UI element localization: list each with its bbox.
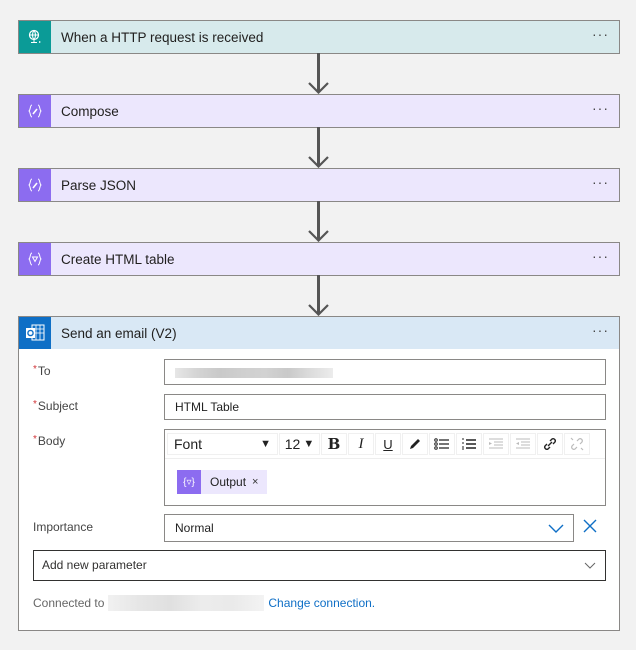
more-options-button[interactable]: ··· xyxy=(592,175,609,189)
italic-button[interactable]: I xyxy=(348,433,374,455)
to-label-text: To xyxy=(37,364,51,378)
body-content[interactable]: {▿} Output × xyxy=(165,458,605,507)
redacted-connection xyxy=(108,595,265,611)
add-new-parameter-dropdown[interactable]: Add new parameter xyxy=(33,550,606,581)
step-card-create-html-table[interactable]: Create HTML table ··· xyxy=(18,242,620,276)
more-options-button[interactable]: ··· xyxy=(592,27,609,41)
importance-dropdown[interactable]: Normal xyxy=(164,514,574,542)
remove-token-button[interactable]: × xyxy=(252,476,258,488)
step-header[interactable]: Send an email (V2) ··· xyxy=(19,317,619,349)
connector-arrow xyxy=(308,127,329,168)
increase-indent-button[interactable] xyxy=(510,433,536,455)
clear-importance-button[interactable] xyxy=(583,519,597,533)
bulleted-list-button[interactable] xyxy=(429,433,455,455)
step-header[interactable]: Create HTML table ··· xyxy=(19,243,619,275)
filter-expression-icon: {▿} xyxy=(177,470,201,494)
body-label-text: Body xyxy=(37,434,66,448)
pen-icon xyxy=(410,439,420,449)
link-button[interactable] xyxy=(537,433,563,455)
step-card-send-email[interactable]: Send an email (V2) ··· *To *Subject HTML… xyxy=(18,316,620,631)
arrow-down-icon xyxy=(308,304,329,316)
step-header[interactable]: Parse JSON ··· xyxy=(19,169,619,201)
chevron-down-icon xyxy=(548,524,564,533)
numbered-list-button[interactable] xyxy=(456,433,482,455)
arrow-down-icon xyxy=(308,82,329,94)
decrease-indent-icon xyxy=(489,438,503,449)
change-connection-link[interactable]: Change connection. xyxy=(268,596,375,610)
subject-input[interactable]: HTML Table xyxy=(164,394,606,420)
step-card-compose[interactable]: Compose ··· xyxy=(18,94,620,128)
step-title: When a HTTP request is received xyxy=(61,29,264,45)
redacted-email xyxy=(175,367,333,378)
importance-label: Importance xyxy=(33,520,94,534)
bulleted-list-icon xyxy=(434,438,449,450)
font-family-dropdown[interactable]: Font ▼ xyxy=(167,433,278,455)
rich-text-toolbar: Font ▼ 12 ▼ B I U xyxy=(167,432,603,456)
body-label: *Body xyxy=(33,434,65,448)
step-card-parse-json[interactable]: Parse JSON ··· xyxy=(18,168,620,202)
step-title: Send an email (V2) xyxy=(61,325,177,341)
globe-request-icon xyxy=(19,21,51,53)
connector-arrow xyxy=(308,53,329,94)
outlook-icon xyxy=(19,317,51,349)
arrow-down-icon xyxy=(308,156,329,168)
required-marker: * xyxy=(33,399,37,410)
expression-icon xyxy=(19,169,51,201)
font-value: Font xyxy=(174,436,203,452)
underline-button[interactable]: U xyxy=(375,433,401,455)
required-marker: * xyxy=(33,434,37,445)
token-label: Output xyxy=(210,475,247,489)
increase-indent-icon xyxy=(516,438,530,449)
subject-label-text: Subject xyxy=(37,399,78,413)
connection-info: Connected to Change connection. xyxy=(33,595,375,611)
numbered-list-icon xyxy=(462,438,476,450)
expression-icon xyxy=(19,95,51,127)
step-title: Create HTML table xyxy=(61,251,175,267)
decrease-indent-button[interactable] xyxy=(483,433,509,455)
filter-expression-icon xyxy=(19,243,51,275)
connected-to-label: Connected to xyxy=(33,596,105,610)
step-title: Compose xyxy=(61,103,119,119)
font-size-value: 12 xyxy=(284,436,301,452)
more-options-button[interactable]: ··· xyxy=(592,323,609,337)
output-token[interactable]: {▿} Output × xyxy=(177,470,268,494)
step-title: Parse JSON xyxy=(61,177,137,193)
add-parameter-label: Add new parameter xyxy=(42,558,147,572)
to-input[interactable] xyxy=(164,359,606,385)
font-color-button[interactable] xyxy=(402,433,428,455)
caret-down-icon: ▼ xyxy=(260,438,271,450)
to-label: *To xyxy=(33,364,51,378)
step-header[interactable]: Compose ··· xyxy=(19,95,619,127)
body-editor[interactable]: Font ▼ 12 ▼ B I U {▿} Output × xyxy=(164,429,606,506)
unlink-icon xyxy=(570,437,584,451)
more-options-button[interactable]: ··· xyxy=(592,249,609,263)
arrow-down-icon xyxy=(308,230,329,242)
link-icon xyxy=(544,438,556,450)
required-marker: * xyxy=(33,364,37,375)
step-header[interactable]: When a HTTP request is received ··· xyxy=(19,21,619,53)
more-options-button[interactable]: ··· xyxy=(592,101,609,115)
connector-arrow xyxy=(308,201,329,242)
subject-label: *Subject xyxy=(33,399,78,413)
bold-button[interactable]: B xyxy=(321,433,347,455)
font-size-dropdown[interactable]: 12 ▼ xyxy=(279,433,320,455)
importance-value: Normal xyxy=(175,521,214,535)
connector-arrow xyxy=(308,275,329,316)
step-card-http-trigger[interactable]: When a HTTP request is received ··· xyxy=(18,20,620,54)
chevron-down-icon xyxy=(584,562,596,569)
caret-down-icon: ▼ xyxy=(303,438,315,450)
unlink-button[interactable] xyxy=(564,433,590,455)
